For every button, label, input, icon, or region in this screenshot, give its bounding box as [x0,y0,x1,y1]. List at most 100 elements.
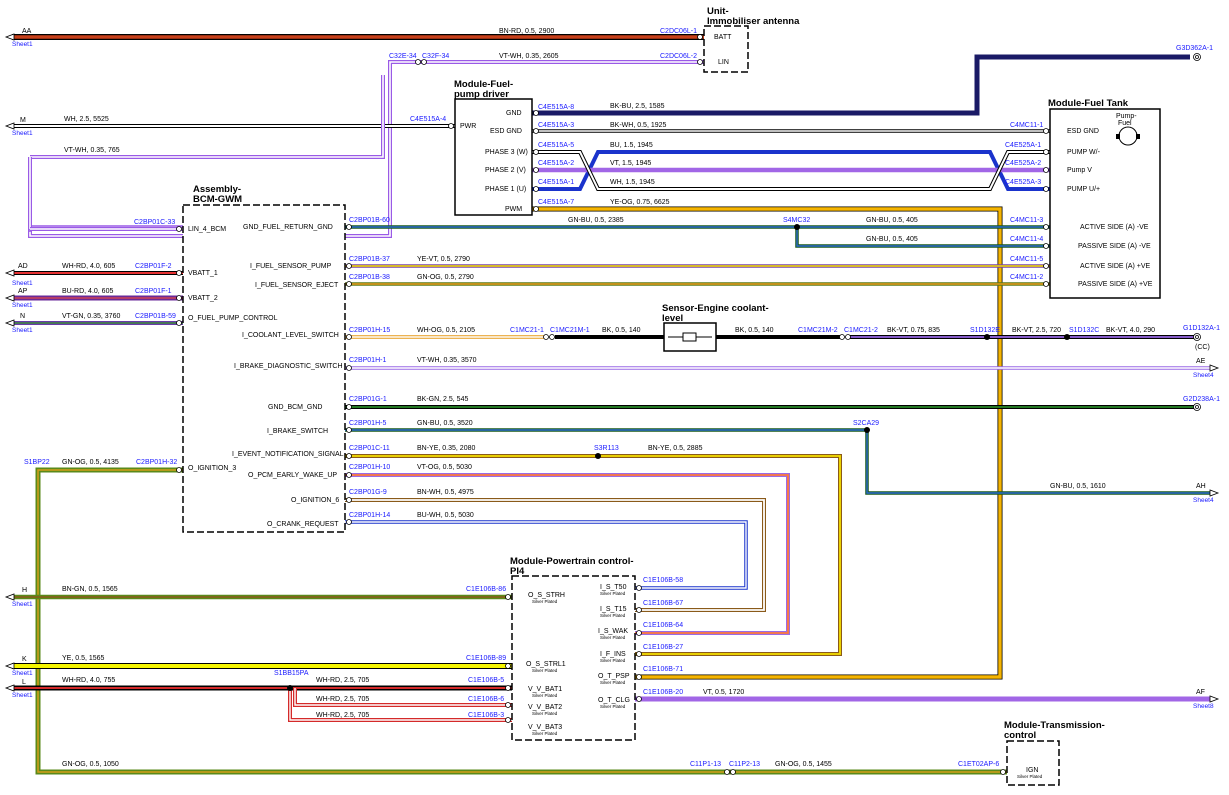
pin-lin: LIN [718,59,729,66]
svg-text:C2BP01C-11: C2BP01C-11 [349,445,390,452]
svg-text:Sheet1: Sheet1 [12,670,33,677]
tank-pin-v: Pump V [1067,167,1092,174]
svg-text:Sheet1: Sheet1 [12,601,33,608]
svg-text:GN-BU, 0.5, 1610: GN-BU, 0.5, 1610 [1050,483,1106,490]
tcm-title-2: control [1004,730,1036,741]
svg-text:C2BP01G-1: C2BP01G-1 [349,396,387,403]
bcm-module: Assembly- BCM-GWM LIN_4_BCM GND_FUEL_RET… [182,184,346,533]
svg-text:BK-BU, 2.5, 1585: BK-BU, 2.5, 1585 [610,103,665,110]
svg-text:I_F_INS: I_F_INS [600,651,626,658]
svg-text:AE: AE [1196,358,1206,365]
tank-pin-u: PUMP U/+ [1067,186,1100,193]
svg-text:VT-GN, 0.35, 3760: VT-GN, 0.35, 3760 [62,313,120,320]
immobiliser-module: Unit- Immobiliser antenna BATT LIN [703,6,800,73]
svg-text:S4MC32: S4MC32 [783,217,810,224]
svg-text:C4MC11-5: C4MC11-5 [1010,256,1043,263]
svg-text:Sheet1: Sheet1 [12,327,33,334]
svg-text:WH-RD, 2.5, 705: WH-RD, 2.5, 705 [316,677,369,684]
svg-text:C1E106B-27: C1E106B-27 [643,644,683,651]
svg-text:C4E515A-4: C4E515A-4 [410,116,446,123]
bcm-pin-gnd-fuel: GND_FUEL_RETURN_GND [243,224,333,231]
svg-text:Sheet1: Sheet1 [12,302,33,309]
svg-text:C4MC11-4: C4MC11-4 [1010,236,1043,243]
svg-text:BK-VT, 0.75, 835: BK-VT, 0.75, 835 [887,327,940,334]
svg-text:Silver Plated: Silver Plated [532,731,558,736]
tank-pin-act-neg: ACTIVE SIDE (A) -VE [1080,224,1149,231]
svg-text:G2D238A-1: G2D238A-1 [1183,396,1220,403]
svg-text:I_S_T15: I_S_T15 [600,606,627,613]
svg-text:Sheet1: Sheet1 [12,692,33,699]
svg-text:C4E515A-3: C4E515A-3 [538,122,574,129]
svg-text:O_S_STRH: O_S_STRH [528,592,565,599]
svg-text:AD: AD [18,263,28,270]
svg-text:Silver Plated: Silver Plated [532,599,558,604]
fuel-tank-title: Module-Fuel Tank [1048,98,1129,109]
svg-text:C1E106B-89: C1E106B-89 [466,655,506,662]
svg-text:S1D132C: S1D132C [1069,327,1099,334]
svg-text:C1E106B-6: C1E106B-6 [468,696,504,703]
svg-text:GN-BU, 0.5, 3520: GN-BU, 0.5, 3520 [417,420,473,427]
svg-text:C4E515A-1: C4E515A-1 [538,179,574,186]
bcm-pin-ign3: O_IGNITION_3 [188,465,236,472]
svg-text:Sheet4: Sheet4 [1193,497,1214,504]
svg-text:BN-YE, 0.5, 2885: BN-YE, 0.5, 2885 [648,445,703,452]
pin-phase2: PHASE 2 (V) [485,167,526,174]
svg-text:C11P2-13: C11P2-13 [729,761,760,768]
svg-text:C2BP01H-14: C2BP01H-14 [349,512,390,519]
svg-text:WH-OG, 0.5, 2105: WH-OG, 0.5, 2105 [417,327,475,334]
svg-text:C2BP01B-38: C2BP01B-38 [349,274,390,281]
svg-text:WH, 1.5, 1945: WH, 1.5, 1945 [610,179,655,186]
svg-text:C1E106B-58: C1E106B-58 [643,577,683,584]
svg-text:Silver Plated: Silver Plated [532,668,558,673]
svg-text:BN-RD, 0.5, 2900: BN-RD, 0.5, 2900 [499,28,554,35]
svg-text:C4MC11-2: C4MC11-2 [1010,274,1043,281]
bcm-pin-brake-diag: I_BRAKE_DIAGNOSTIC_SWITCH [234,363,343,370]
svg-text:BU, 1.5, 1945: BU, 1.5, 1945 [610,142,653,149]
pin-pwm: PWM [505,206,522,213]
tank-pin-esd: ESD GND [1067,128,1099,135]
fuelpump-driver-title-2: pump driver [454,89,509,100]
pin-phase3: PHASE 3 (W) [485,149,528,156]
bcm-pin-gnd-bcm: GND_BCM_GND [268,404,322,411]
svg-text:C2BP01B-60: C2BP01B-60 [349,217,390,224]
svg-text:C32F-34: C32F-34 [422,53,449,60]
svg-text:C1E106B-20: C1E106B-20 [643,689,683,696]
svg-text:C4E525A-3: C4E525A-3 [1005,179,1041,186]
svg-text:S1D132E: S1D132E [970,327,1000,334]
svg-text:O_S_STRL1: O_S_STRL1 [526,661,566,668]
svg-text:C2BP01F-1: C2BP01F-1 [135,288,172,295]
svg-text:C2BP01F-2: C2BP01F-2 [135,263,172,270]
svg-text:C4E525A-1: C4E525A-1 [1005,142,1041,149]
svg-text:Silver Plated: Silver Plated [600,591,626,596]
svg-text:C1E106B-3: C1E106B-3 [468,712,504,719]
svg-text:Silver Plated: Silver Plated [600,658,626,663]
svg-text:WH-RD, 2.5, 705: WH-RD, 2.5, 705 [316,696,369,703]
tank-pin-act-pos: ACTIVE SIDE (A) +VE [1080,263,1151,270]
svg-text:C1MC21-1: C1MC21-1 [510,327,544,334]
svg-text:VT-OG, 0.5, 5030: VT-OG, 0.5, 5030 [417,464,472,471]
pin-phase1: PHASE 1 (U) [485,186,526,193]
svg-text:Silver Plated: Silver Plated [600,635,626,640]
bcm-pin-pcm-wake: O_PCM_EARLY_WAKE_UP [248,472,337,479]
svg-text:C1ET02AP-6: C1ET02AP-6 [958,761,999,768]
svg-text:S3R113: S3R113 [594,445,619,452]
svg-text:C2BP01B-59: C2BP01B-59 [135,313,176,320]
resistor-icon [682,332,697,342]
svg-text:V_V_BAT2: V_V_BAT2 [528,704,562,711]
pump-motor-icon [1118,126,1138,146]
pin-batt: BATT [714,34,732,41]
wiring-diagram: Unit- Immobiliser antenna BATT LIN Modul… [4,6,1220,786]
svg-text:H: H [22,587,27,594]
pin-pwr: PWR [460,123,476,130]
pump-label-1: Pump- [1116,113,1137,120]
svg-text:O_T_PSP: O_T_PSP [598,673,630,680]
pin-gnd: GND [506,110,522,117]
bcm-pin-ign6: O_IGNITION_6 [291,497,339,504]
svg-text:G1D132A-1: G1D132A-1 [1183,325,1220,332]
pcm-title-1: Module-Powertrain control- [510,556,634,567]
svg-text:BK, 0.5, 140: BK, 0.5, 140 [602,327,641,334]
svg-text:S1BP22: S1BP22 [24,459,50,466]
svg-text:Silver Plated: Silver Plated [532,693,558,698]
svg-text:GN-OG, 0.5, 1455: GN-OG, 0.5, 1455 [775,761,832,768]
svg-text:YE, 0.5, 1565: YE, 0.5, 1565 [62,655,105,662]
